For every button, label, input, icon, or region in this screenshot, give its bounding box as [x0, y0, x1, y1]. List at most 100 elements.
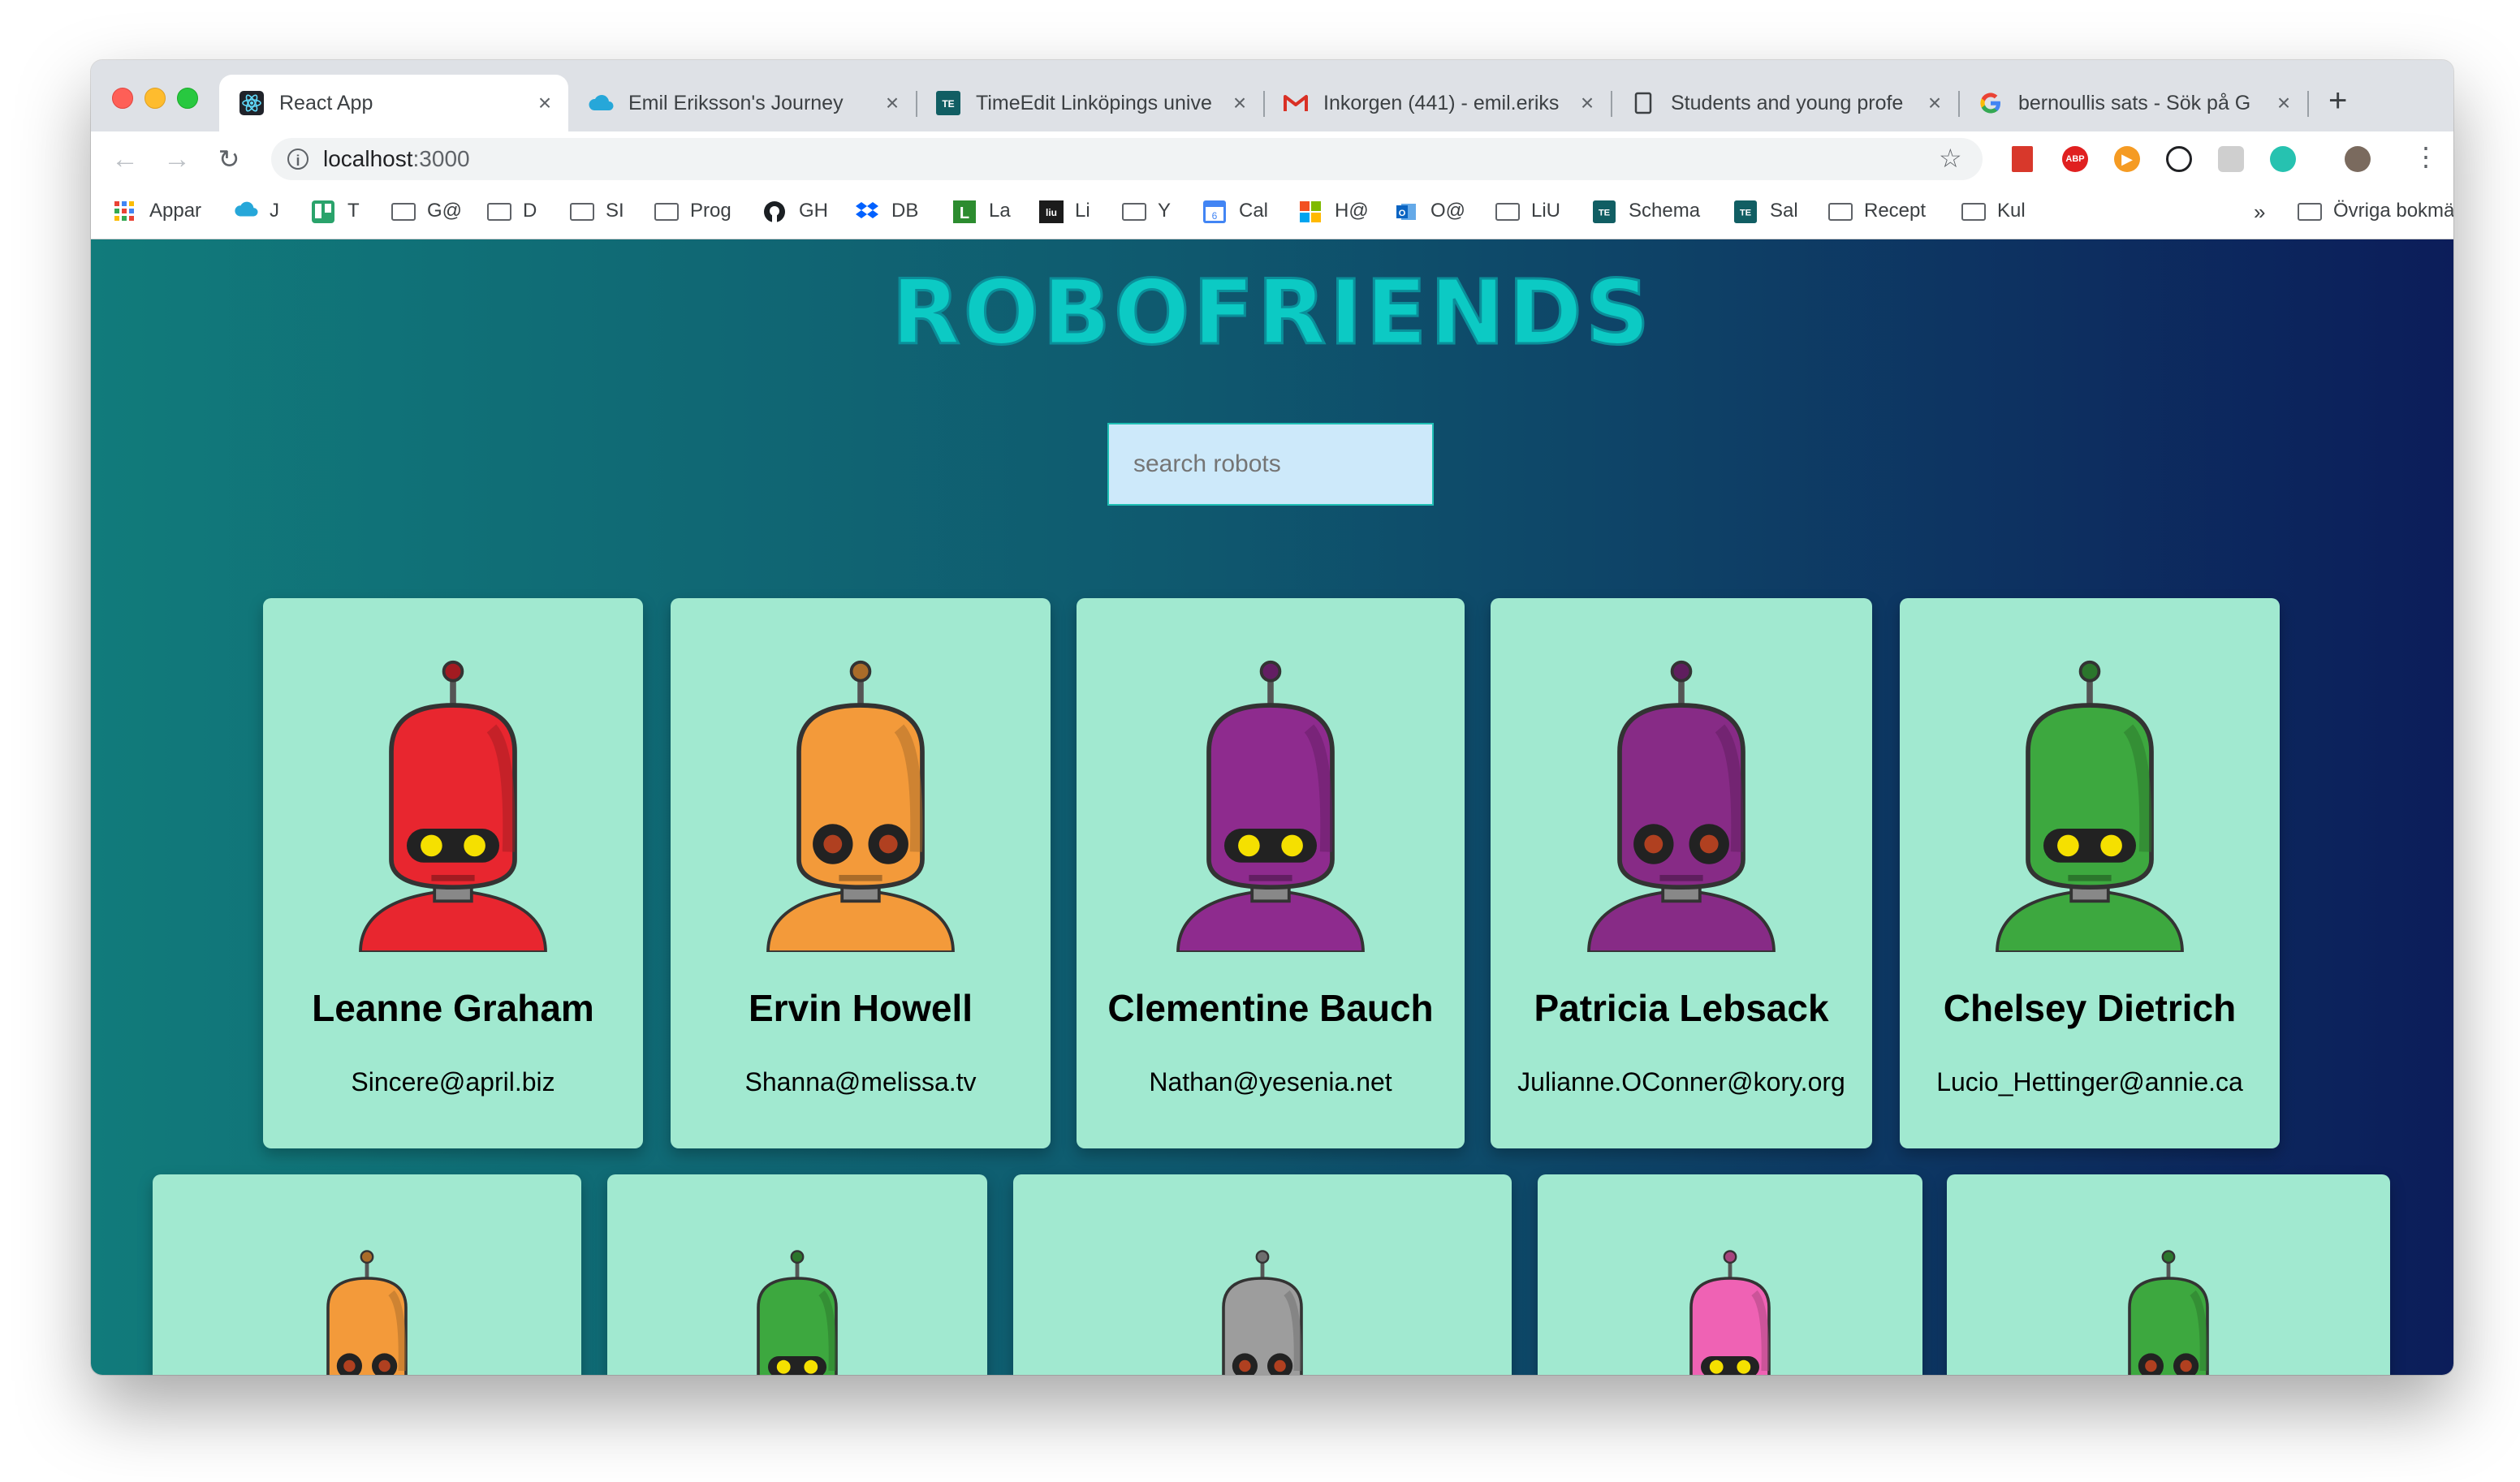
bookmarks-bar: Appar J T G@ D SI Prog GH DB LLa liuLi [91, 187, 2453, 239]
tab-google[interactable]: bernoullis sats - Sök på G × [1958, 75, 2309, 131]
robot-email: Nathan@yesenia.net [1149, 1067, 1392, 1096]
close-tab-icon[interactable]: × [1228, 90, 1252, 116]
close-tab-icon[interactable]: × [1922, 90, 1947, 116]
react-icon [239, 90, 265, 116]
close-tab-icon[interactable]: × [880, 90, 904, 116]
bookmark-o[interactable]: O O@ [1395, 200, 1465, 222]
svg-text:TE: TE [942, 98, 954, 110]
calendar-icon: 6 [1203, 200, 1228, 223]
bookmark-t[interactable]: T [312, 200, 360, 223]
bookmark-y[interactable]: Y [1122, 200, 1171, 222]
tab-students[interactable]: Students and young profe × [1611, 75, 1960, 131]
folder-icon [570, 203, 594, 221]
timer-extension-icon[interactable] [2166, 146, 2192, 172]
search-input[interactable] [1107, 423, 1434, 506]
tab-react-app[interactable]: React App × [219, 75, 568, 131]
github-icon [763, 200, 788, 222]
folder-icon [1961, 203, 1986, 221]
bookmark-ovriga[interactable]: Övriga bokmärken [2298, 200, 2453, 222]
robot-card[interactable] [1538, 1174, 1922, 1375]
bookmark-extension-icon[interactable] [2012, 146, 2033, 172]
close-tab-icon[interactable]: × [533, 90, 557, 116]
url-text: localhost:3000 [323, 146, 470, 171]
address-bar[interactable]: i localhost:3000 [271, 138, 1983, 180]
robot-name: Ervin Howell [748, 987, 973, 1029]
bookmark-star-icon[interactable]: ☆ [1939, 143, 1962, 174]
forward-arrow-icon[interactable]: → [161, 143, 193, 175]
timeedit-icon: TE [1734, 200, 1758, 223]
bookmark-gh[interactable]: GH [763, 200, 828, 222]
tab-title: Students and young profe [1671, 91, 1904, 114]
folder-icon [1828, 203, 1853, 221]
bookmarks-overflow-chevron[interactable]: » [2254, 200, 2265, 225]
info-icon[interactable]: i [287, 149, 309, 170]
robot-card[interactable]: Leanne Graham Sincere@april.biz [263, 598, 643, 1148]
robot-card[interactable] [1013, 1174, 1512, 1375]
new-tab-button[interactable]: + [2328, 84, 2347, 117]
google-icon [1978, 90, 2004, 116]
robot-card[interactable] [607, 1174, 987, 1375]
bookmark-li[interactable]: liu Li [1039, 200, 1090, 223]
robot-card[interactable]: Clementine Bauch Nathan@yesenia.net [1077, 598, 1465, 1148]
trello-icon [312, 200, 336, 223]
robot-name: Leanne Graham [312, 987, 594, 1029]
robot-avatar [671, 644, 1051, 954]
bookmark-g[interactable]: G@ [391, 200, 462, 222]
robot-avatar [607, 1239, 987, 1375]
timeedit-icon: TE [935, 90, 961, 116]
teal-extension-icon[interactable] [2270, 146, 2296, 172]
robot-card[interactable] [1947, 1174, 2390, 1375]
svg-text:TE: TE [1599, 209, 1611, 218]
robot-avatar [263, 644, 643, 954]
back-arrow-icon[interactable]: ← [109, 143, 141, 175]
svg-text:TE: TE [1740, 209, 1752, 218]
bookmark-sal[interactable]: TE Sal [1734, 200, 1798, 223]
bookmark-h[interactable]: H@ [1299, 200, 1369, 222]
bookmark-prog[interactable]: Prog [654, 200, 731, 222]
folder-icon [1495, 203, 1520, 221]
menu-kebab-icon[interactable]: ⋮ [2413, 141, 2439, 172]
adblock-icon[interactable]: ABP [2062, 146, 2088, 172]
reload-icon[interactable]: ↻ [213, 143, 245, 175]
bookmark-d[interactable]: D [487, 200, 537, 222]
robot-card[interactable]: Ervin Howell Shanna@melissa.tv [671, 598, 1051, 1148]
dropbox-icon [856, 200, 880, 222]
robot-card[interactable]: Chelsey Dietrich Lucio_Hettinger@annie.ca [1900, 598, 2280, 1148]
gray-extension-icon[interactable] [2218, 146, 2244, 172]
bookmark-si[interactable]: SI [570, 200, 624, 222]
gmail-icon [1283, 90, 1309, 116]
maximize-window-button[interactable] [177, 88, 198, 109]
microsoft-icon [1299, 200, 1323, 222]
bookmark-kul[interactable]: Kul [1961, 200, 2026, 222]
close-tab-icon[interactable]: × [2272, 90, 2296, 116]
robot-avatar [1013, 1239, 1512, 1375]
tab-journey[interactable]: Emil Eriksson's Journey × [568, 75, 917, 131]
bookmark-schema[interactable]: TE Schema [1593, 200, 1700, 223]
close-tab-icon[interactable]: × [1575, 90, 1599, 116]
robot-name: Clementine Bauch [1107, 987, 1434, 1029]
bookmark-db[interactable]: DB [856, 200, 918, 222]
avatar[interactable] [2345, 146, 2371, 172]
bookmark-appar[interactable]: Appar [114, 200, 201, 222]
robot-avatar [1900, 644, 2280, 954]
close-window-button[interactable] [112, 88, 133, 109]
l-icon: L [953, 200, 977, 223]
tab-title: React App [279, 91, 373, 114]
bookmark-recept[interactable]: Recept [1828, 200, 1926, 222]
tab-gmail[interactable]: Inkorgen (441) - emil.eriks × [1263, 75, 1612, 131]
robot-card[interactable] [153, 1174, 581, 1375]
bookmark-liu[interactable]: LiU [1495, 200, 1560, 222]
browser-toolbar: ← → ↻ i localhost:3000 ☆ ABP ▶ ⋮ [91, 131, 2453, 187]
tab-title: TimeEdit Linköpings unive [976, 91, 1212, 114]
play-extension-icon[interactable]: ▶ [2114, 146, 2140, 172]
page-viewport: ROBOFRIENDS Leanne Graham Sincere@april.b… [91, 239, 2453, 1375]
tab-strip: React App × Emil Eriksson's Journey × TE… [91, 60, 2453, 131]
bookmark-la[interactable]: L La [953, 200, 1011, 223]
bookmark-cal[interactable]: 6 Cal [1203, 200, 1268, 223]
tab-title: Emil Eriksson's Journey [628, 91, 844, 114]
minimize-window-button[interactable] [145, 88, 166, 109]
robot-email: Shanna@melissa.tv [744, 1067, 977, 1096]
bookmark-j[interactable]: J [234, 200, 279, 222]
tab-timeedit[interactable]: TE TimeEdit Linköpings unive × [916, 75, 1265, 131]
robot-card[interactable]: Patricia Lebsack Julianne.OConner@kory.or… [1491, 598, 1872, 1148]
